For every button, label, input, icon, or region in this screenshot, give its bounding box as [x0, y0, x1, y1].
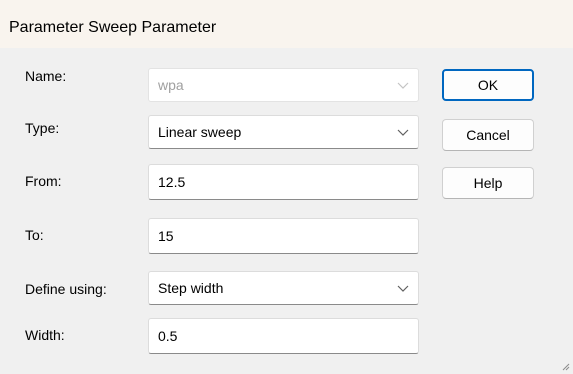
width-input[interactable]: 0.5: [148, 318, 419, 354]
width-value: 0.5: [158, 328, 178, 344]
define-using-dropdown[interactable]: Step width: [148, 271, 419, 305]
cancel-button[interactable]: Cancel: [442, 119, 534, 151]
chevron-down-icon: [397, 129, 409, 136]
define-using-value: Step width: [158, 280, 224, 296]
ok-button[interactable]: OK: [442, 69, 534, 101]
type-dropdown[interactable]: Linear sweep: [148, 115, 419, 149]
from-input[interactable]: 12.5: [148, 164, 419, 200]
width-label: Width:: [25, 327, 65, 343]
to-value: 15: [158, 228, 174, 244]
chevron-down-icon: [397, 82, 409, 89]
resize-grip-icon[interactable]: [560, 361, 570, 371]
from-label: From:: [25, 173, 62, 189]
from-value: 12.5: [158, 174, 186, 190]
chevron-down-icon: [397, 285, 409, 292]
name-value: wpa: [158, 77, 184, 93]
dialog-title: Parameter Sweep Parameter: [9, 19, 217, 36]
to-input[interactable]: 15: [148, 218, 419, 254]
help-button[interactable]: Help: [442, 167, 534, 199]
name-label: Name:: [25, 68, 67, 84]
type-label: Type:: [25, 120, 60, 136]
to-label: To:: [25, 227, 44, 243]
title-bar[interactable]: Parameter Sweep Parameter: [0, 0, 573, 48]
define-using-label: Define using:: [25, 281, 107, 297]
name-dropdown: wpa: [148, 68, 419, 102]
type-value: Linear sweep: [158, 124, 242, 140]
